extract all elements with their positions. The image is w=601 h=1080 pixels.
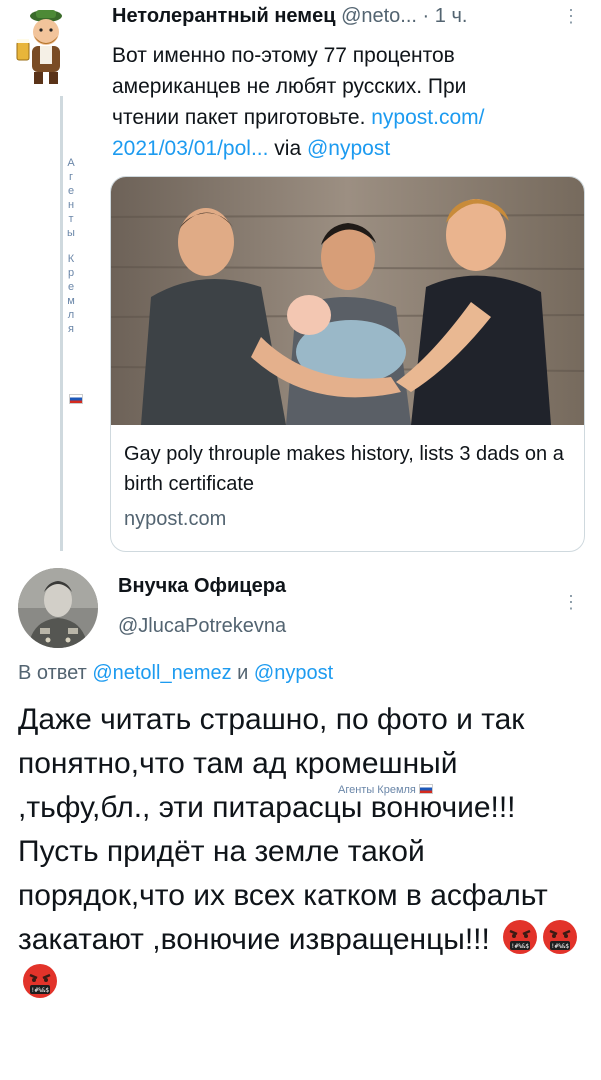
- angry-cursing-face-emoji: !#%&$: [503, 920, 538, 954]
- watermark-letter: [60, 240, 82, 252]
- reply-to-link[interactable]: @netoll_nemez: [92, 662, 231, 684]
- watermark-letter: м: [67, 295, 75, 307]
- watermark-letter: А: [67, 157, 75, 169]
- via-handle-link[interactable]: @nypost: [307, 137, 390, 160]
- author-name[interactable]: Нетолерантный немец: [112, 5, 336, 27]
- separator-dot: ·: [422, 5, 430, 27]
- watermark-letter: е: [67, 185, 75, 197]
- article-photo: [111, 177, 584, 425]
- watermark-letter: е: [67, 281, 75, 293]
- watermark-letter: К: [67, 253, 75, 265]
- tweet-text-line: чтении пакет приготовьте.: [112, 106, 372, 129]
- russian-flag-icon: [418, 784, 433, 794]
- watermark-letter: т: [68, 213, 74, 225]
- watermark-letter: г: [68, 171, 73, 183]
- tweet-time[interactable]: 1 ч.: [435, 5, 468, 27]
- watermark-letter: ы: [67, 227, 75, 239]
- tweet-text-body: Даже читать страшно, по фото и так понят…: [18, 703, 548, 956]
- author-avatar[interactable]: [14, 6, 74, 86]
- svg-text:!#%&$: !#%&$: [551, 943, 569, 950]
- watermark-text: Агенты Кремля: [338, 784, 416, 796]
- tweet-text: Вот именно по-этому 77 процентов америка…: [112, 40, 582, 164]
- angry-cursing-face-emoji: !#%&$: [543, 920, 578, 954]
- watermark-letter: н: [67, 199, 75, 211]
- article-link-continued[interactable]: 2021/03/01/pol...: [112, 137, 268, 160]
- watermark: Агенты Кремля: [338, 784, 433, 796]
- reply-to-link[interactable]: @nypost: [254, 662, 333, 684]
- author-handle[interactable]: @JlucaPotrekevna: [118, 615, 286, 638]
- author-handle[interactable]: @neto...: [341, 5, 417, 27]
- reply-prefix: В ответ: [18, 662, 93, 684]
- author-name[interactable]: Внучка Офицера: [118, 575, 286, 598]
- svg-text:!#%&$: !#%&$: [511, 943, 529, 950]
- link-preview-card[interactable]: Gay poly throuple makes history, lists 3…: [110, 176, 585, 552]
- via-label: via: [268, 137, 307, 160]
- watermark-vertical: А г е н т ы К р е м л я: [60, 156, 82, 336]
- author-avatar[interactable]: [18, 568, 98, 648]
- watermark-letter: р: [67, 267, 75, 279]
- reply-and: и: [231, 662, 254, 684]
- reply-context: В ответ @netoll_nemez и @nypost: [18, 662, 333, 685]
- russian-flag-icon: [69, 394, 83, 404]
- tweet-text-line: американцев не любят русских. При: [112, 75, 467, 98]
- tweet-text-line: Вот именно по-этому 77 процентов: [112, 44, 455, 67]
- angry-cursing-face-emoji: !#%&$: [23, 964, 57, 998]
- vintage-portrait-icon: [18, 568, 98, 648]
- tweet-text: Даже читать страшно, по фото и так понят…: [18, 698, 588, 1006]
- more-vertical-icon[interactable]: ⋮: [562, 6, 580, 27]
- tweet-header: Нетолерантный немец @neto... · 1 ч.: [112, 5, 467, 28]
- more-vertical-icon[interactable]: ⋮: [562, 592, 580, 613]
- watermark-letter: я: [68, 323, 74, 335]
- article-link[interactable]: nypost.com/: [371, 106, 484, 129]
- watermark-letter: л: [67, 309, 75, 321]
- cartoon-avatar-icon: [16, 10, 62, 84]
- card-domain: nypost.com: [124, 508, 227, 530]
- card-title: Gay poly throuple makes history, lists 3…: [124, 443, 564, 495]
- svg-text:!#%&$: !#%&$: [31, 987, 49, 994]
